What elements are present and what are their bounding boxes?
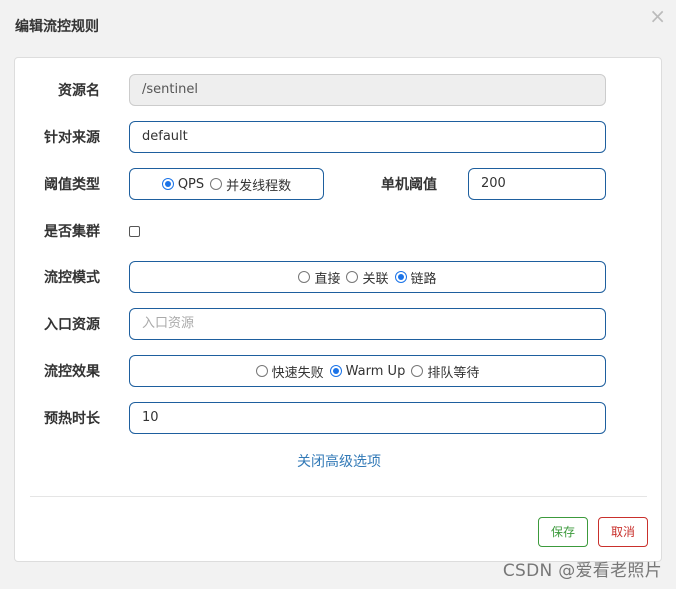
- radio-checked-icon[interactable]: [394, 271, 407, 283]
- count-label: 单机阈值: [381, 177, 437, 193]
- behavior-option-fast-fail[interactable]: 快速失败: [255, 362, 324, 381]
- watermark: CSDN @爱看老照片: [502, 561, 662, 581]
- cluster-checkbox[interactable]: [129, 226, 140, 237]
- resource-name-input: /sentinel: [129, 74, 606, 106]
- dialog-title: 编辑流控规则: [15, 19, 99, 35]
- radio-unchecked-icon[interactable]: [346, 271, 359, 283]
- cancel-button[interactable]: 取消: [598, 517, 648, 547]
- resource-name-label: 资源名: [58, 83, 100, 99]
- control-behavior-label: 流控效果: [44, 364, 100, 380]
- strategy-option-label: 直接: [314, 271, 341, 287]
- strategy-option-label: 关联: [362, 271, 389, 287]
- warm-up-period-input[interactable]: 10: [129, 402, 606, 434]
- behavior-option-label: Warm Up: [345, 363, 406, 379]
- radio-unchecked-icon[interactable]: [411, 365, 424, 377]
- grade-radio-group: QPS 并发线程数: [129, 168, 324, 200]
- footer-divider: [30, 496, 647, 497]
- save-button[interactable]: 保存: [538, 517, 588, 547]
- behavior-option-queue[interactable]: 排队等待: [411, 362, 479, 381]
- control-behavior-options: 快速失败 Warm Up 排队等待: [130, 356, 605, 386]
- ref-resource-label: 入口资源: [44, 317, 100, 333]
- behavior-option-warm-up[interactable]: Warm Up: [329, 363, 406, 379]
- grade-options: QPS 并发线程数: [130, 169, 323, 199]
- grade-option-qps[interactable]: QPS: [161, 176, 205, 192]
- grade-option-label: QPS: [177, 176, 205, 192]
- cluster-label: 是否集群: [44, 224, 100, 240]
- strategy-option-direct[interactable]: 直接: [298, 268, 340, 287]
- radio-checked-icon[interactable]: [161, 178, 174, 190]
- close-advanced-options-link[interactable]: 关闭高级选项: [15, 451, 663, 471]
- grade-option-label: 并发线程数: [226, 178, 292, 194]
- control-behavior-radio-group: 快速失败 Warm Up 排队等待: [129, 355, 606, 387]
- ref-resource-placeholder: 入口资源: [142, 316, 195, 331]
- strategy-label: 流控模式: [44, 270, 100, 286]
- warm-up-period-label: 预热时长: [44, 411, 100, 427]
- limit-app-input[interactable]: default: [129, 121, 606, 153]
- ref-resource-input[interactable]: 入口资源: [129, 308, 606, 340]
- radio-unchecked-icon[interactable]: [255, 365, 268, 377]
- limit-app-label: 针对来源: [44, 130, 100, 146]
- radio-unchecked-icon[interactable]: [298, 271, 311, 283]
- close-icon[interactable]: ×: [649, 6, 666, 26]
- strategy-option-relate[interactable]: 关联: [346, 268, 389, 287]
- radio-checked-icon[interactable]: [329, 365, 342, 377]
- strategy-options: 直接 关联 链路: [130, 262, 605, 292]
- strategy-option-label: 链路: [410, 271, 437, 287]
- rule-form-panel: 资源名 /sentinel 针对来源 default 阈值类型 QPS 并发线程…: [14, 57, 662, 562]
- strategy-option-chain[interactable]: 链路: [394, 268, 437, 287]
- behavior-option-label: 排队等待: [427, 365, 480, 381]
- count-input[interactable]: 200: [468, 168, 606, 200]
- behavior-option-label: 快速失败: [271, 365, 324, 381]
- strategy-radio-group: 直接 关联 链路: [129, 261, 606, 293]
- radio-unchecked-icon[interactable]: [210, 178, 223, 190]
- dialog-header: 编辑流控规则 ×: [0, 0, 676, 50]
- grade-option-thread[interactable]: 并发线程数: [210, 175, 291, 194]
- grade-label: 阈值类型: [44, 177, 100, 193]
